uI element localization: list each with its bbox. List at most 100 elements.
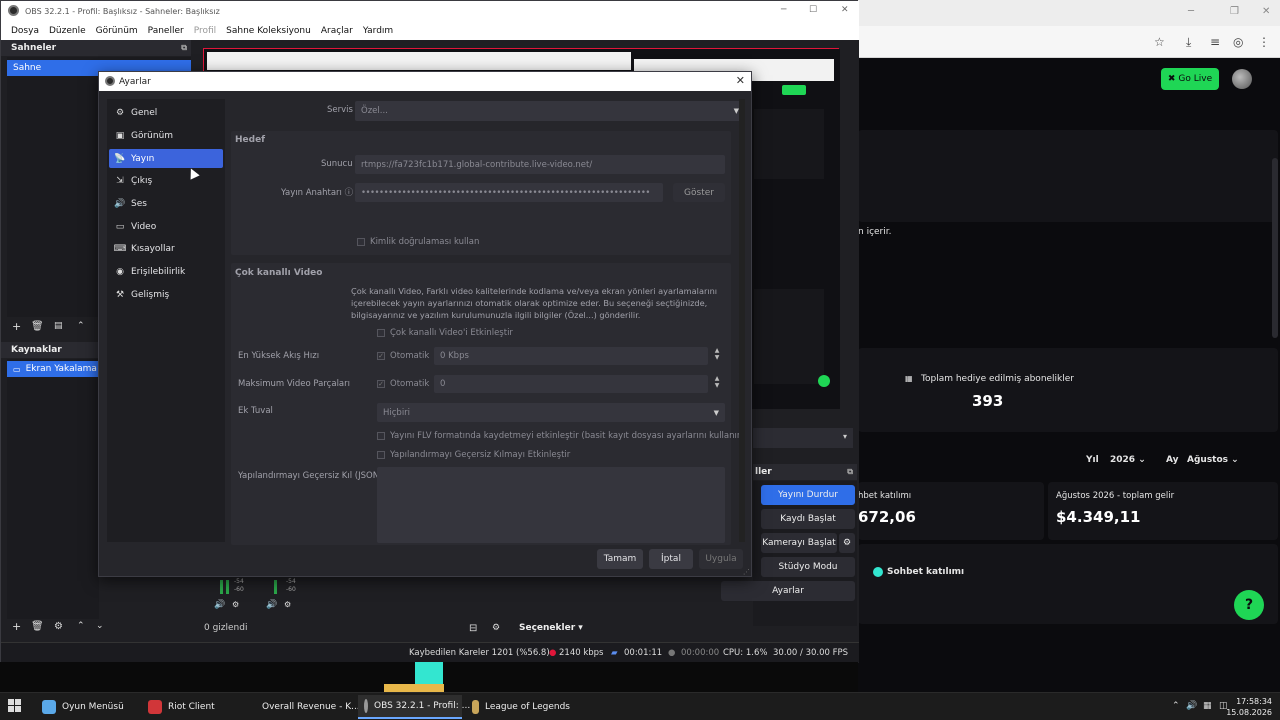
volume-icon[interactable]: 🔊 (1186, 701, 1197, 711)
menu-view[interactable]: Görünüm (92, 26, 144, 36)
stream-key-input[interactable]: ••••••••••••••••••••••••••••••••••••••••… (355, 183, 663, 202)
ok-button[interactable]: Tamam (597, 549, 643, 569)
camera-settings-icon[interactable]: ⚙ (839, 533, 855, 553)
month-select[interactable]: Ağustos ⌄ (1187, 455, 1239, 465)
nav-output[interactable]: ⇲ Çıkış (109, 171, 223, 190)
subs-panel (858, 348, 1278, 432)
profile-icon[interactable]: ◎ (1233, 35, 1243, 49)
source-down-icon[interactable]: ⌄ (96, 621, 104, 631)
bookmark-star-icon[interactable]: ☆ (1154, 35, 1165, 49)
year-select[interactable]: 2026 ⌄ (1110, 455, 1146, 465)
remove-scene-icon[interactable]: 🗑 (31, 321, 44, 332)
stop-stream-button[interactable]: Yayını Durdur (761, 485, 855, 505)
start-record-button[interactable]: Kaydı Başlat (761, 509, 855, 529)
riot-icon (148, 700, 162, 714)
start-windows-icon[interactable] (8, 699, 22, 713)
speaker-icon[interactable]: 🔊 (266, 600, 277, 610)
game-menu-icon (42, 700, 56, 714)
nav-general[interactable]: ⚙ Genel (109, 103, 223, 122)
service-select[interactable]: Özel... ▼ (355, 101, 745, 121)
max-tracks-spinner[interactable]: ▲ ▼ (712, 375, 722, 389)
override-checkbox[interactable]: Yapılandırmayı Geçersiz Kılmayı Etkinleş… (377, 450, 570, 460)
go-live-button[interactable]: ✖ Go Live (1161, 68, 1219, 90)
dock-float-icon[interactable]: ⧉ (181, 43, 187, 53)
network-icon[interactable]: ▦ (1203, 701, 1212, 711)
max-tracks-auto-checkbox[interactable]: ✓ Otomatik (377, 379, 429, 389)
nav-advanced[interactable]: ⚒ Gelişmiş (109, 285, 223, 304)
nav-appearance[interactable]: ▣ Görünüm (109, 126, 223, 145)
avatar[interactable] (1232, 69, 1252, 89)
dock-float-icon[interactable]: ⧉ (847, 467, 853, 477)
menu-profile[interactable]: Profil (190, 26, 222, 36)
more-menu-icon[interactable]: ⋮ (1258, 35, 1270, 49)
max-tracks-input[interactable]: 0 (434, 375, 708, 393)
layout-icon[interactable]: ⊟ (469, 623, 477, 634)
source-up-icon[interactable]: ⌃ (77, 621, 85, 631)
max-bitrate-auto-checkbox[interactable]: ✓ Otomatik (377, 351, 429, 361)
move-up-icon[interactable]: ⌃ (77, 321, 85, 331)
taskbar-item-lol[interactable]: League of Legends (466, 695, 570, 719)
minimize-icon[interactable]: ─ (1188, 6, 1194, 17)
settings-button[interactable]: Ayarlar (721, 581, 855, 601)
menu-help[interactable]: Yardım (359, 26, 399, 36)
multitrack-enable-checkbox[interactable]: Çok kanallı Video'i Etkinleştir (377, 328, 513, 338)
taskbar-item-game-menu[interactable]: Oyun Menüsü (36, 695, 138, 719)
server-input[interactable]: rtmps://fa723fc1b171.global-contribute.l… (355, 155, 725, 174)
scene-filter-icon[interactable]: ▤ (54, 321, 63, 331)
nav-accessibility[interactable]: ◉ Erişilebilirlik (109, 262, 223, 281)
show-key-button[interactable]: Göster (673, 183, 725, 202)
advanced-audio-icon[interactable]: ⚙ (492, 623, 500, 633)
speaker-icon[interactable]: 🔊 (214, 600, 225, 610)
start-camera-button[interactable]: Kamerayı Başlat (761, 533, 837, 553)
menu-scene-collection[interactable]: Sahne Koleksiyonu (222, 26, 317, 36)
source-item[interactable]: ▭ Ekran Yakalama (7, 361, 99, 377)
source-settings-icon[interactable]: ⚙ (54, 621, 63, 632)
taskbar-item-chrome[interactable]: Overall Revenue - K... (250, 695, 360, 719)
gift-icon: ▦ (905, 374, 913, 383)
menu-docks[interactable]: Paneller (144, 26, 190, 36)
page-scrollbar[interactable] (1272, 158, 1278, 338)
extra-canvas-select[interactable]: Hiçbiri ▼ (377, 403, 725, 422)
close-icon[interactable]: ✕ (841, 5, 849, 15)
fps: 30.00 / 30.00 FPS (773, 648, 849, 658)
transition-select[interactable]: ▾ (753, 428, 853, 448)
nav-hotkeys[interactable]: ⌨ Kısayollar (109, 239, 223, 258)
flv-checkbox[interactable]: Yayını FLV formatında kaydetmeyi etkinle… (377, 431, 744, 441)
auth-checkbox[interactable]: Kimlik doğrulaması kullan (357, 237, 479, 247)
menu-tools[interactable]: Araçlar (317, 26, 359, 36)
close-icon[interactable]: ✕ (736, 74, 745, 87)
override-json-textarea[interactable] (377, 467, 725, 543)
nav-stream[interactable]: 📡 Yayın (109, 149, 223, 168)
add-scene-icon[interactable]: + (12, 320, 21, 333)
playlist-icon[interactable]: ≡ (1210, 35, 1220, 49)
resize-grip-icon[interactable]: ⋰ (743, 568, 750, 576)
info-panel (858, 130, 1278, 222)
nav-audio[interactable]: 🔊 Ses (109, 194, 223, 213)
download-icon[interactable]: ⤓ (1186, 35, 1191, 50)
clock[interactable]: 17:58:34 15.08.2026 (1226, 696, 1272, 718)
menu-file[interactable]: Dosya (7, 26, 45, 36)
taskbar-item-riot[interactable]: Riot Client (142, 695, 246, 719)
options-dropdown[interactable]: Seçenekler ▾ (519, 623, 583, 633)
nav-video[interactable]: ▭ Video (109, 217, 223, 236)
mixer-settings-icon[interactable]: ⚙ (232, 600, 239, 609)
minimize-icon[interactable]: ─ (781, 5, 786, 15)
max-bitrate-input[interactable]: 0 Kbps (434, 347, 708, 365)
cancel-button[interactable]: İptal (649, 549, 693, 569)
taskbar-item-obs[interactable]: OBS 32.2.1 - Profil: ... (358, 695, 470, 719)
settings-scrollbar[interactable] (739, 99, 745, 542)
tray-chevron-icon[interactable]: ⌃ (1172, 701, 1180, 711)
multitrack-description: Çok kanallı Video, Farklı video kalitele… (351, 286, 718, 320)
studio-mode-button[interactable]: Stüdyo Modu (761, 557, 855, 577)
subs-value: 393 (972, 392, 1004, 410)
close-icon[interactable]: ✕ (1262, 6, 1270, 17)
max-bitrate-spinner[interactable]: ▲ ▼ (712, 347, 722, 361)
remove-source-icon[interactable]: 🗑 (31, 621, 44, 632)
help-button[interactable]: ? (1234, 590, 1264, 620)
menu-edit[interactable]: Düzenle (45, 26, 92, 36)
maximize-icon[interactable]: ☐ (809, 5, 817, 15)
add-source-icon[interactable]: + (12, 620, 21, 633)
apply-button[interactable]: Uygula (699, 549, 743, 569)
restore-icon[interactable]: ❐ (1230, 6, 1239, 17)
mixer-settings-icon[interactable]: ⚙ (284, 600, 291, 609)
